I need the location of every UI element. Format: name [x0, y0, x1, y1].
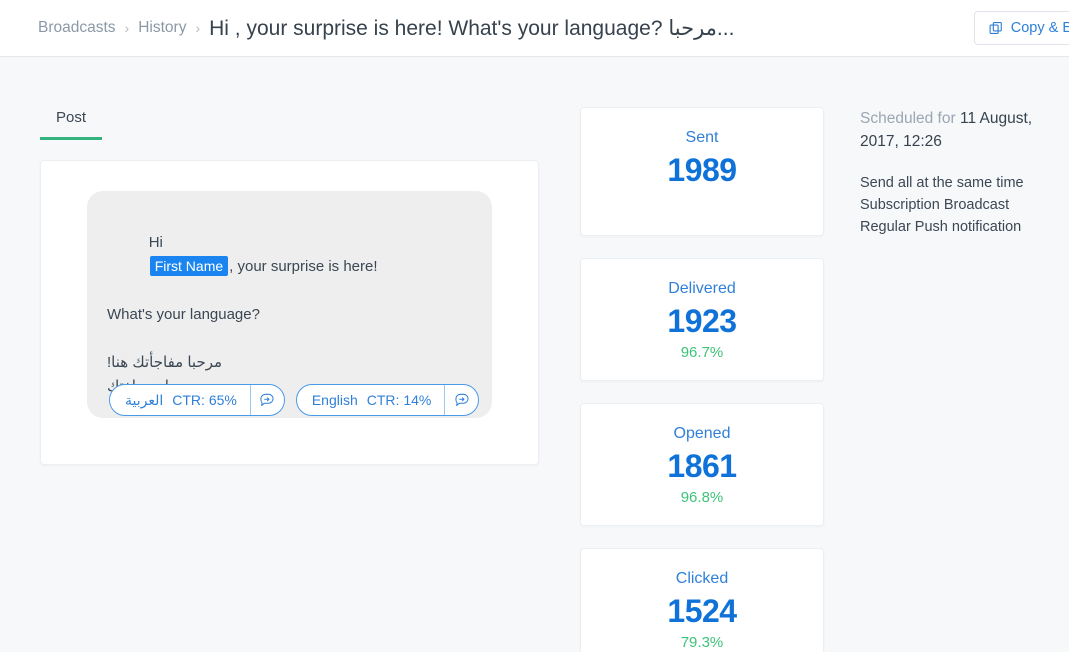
- greeting-suffix: , your surprise is here!: [229, 258, 378, 275]
- stat-delivered-value: 1923: [667, 303, 737, 339]
- stat-sent-label: Sent: [685, 129, 719, 146]
- stats-panel: Sent 1989 Delivered 1923 96.7% Opened 18…: [580, 107, 824, 652]
- quick-reply-english-language: English: [311, 392, 358, 408]
- stat-delivered-label: Delivered: [668, 280, 736, 297]
- stat-card-sent: Sent 1989: [580, 107, 824, 236]
- quick-reply-button-arabic[interactable]: العربية CTR: 65%: [109, 384, 285, 416]
- quick-reply-button-english[interactable]: English CTR: 14%: [295, 384, 480, 416]
- quick-reply-english-ctr: CTR: 14%: [366, 392, 432, 408]
- copy-and-edit-label: Copy & E: [1010, 20, 1069, 36]
- breadcrumb-separator-icon: ›: [195, 20, 201, 36]
- broadcast-setting-type: Subscription Broadcast: [860, 197, 1010, 213]
- broadcast-setting-notification: Regular Push notification: [860, 219, 1022, 235]
- message-line-question: What's your language?: [107, 306, 260, 323]
- tab-post-label: Post: [56, 109, 87, 126]
- stat-clicked-percent: 79.3%: [680, 634, 724, 651]
- first-name-variable-chip[interactable]: First Name: [149, 256, 229, 276]
- broadcast-meta-panel: Scheduled for 11 August, 2017, 12:26 Sen…: [860, 107, 1069, 238]
- breadcrumb-separator-icon: ›: [124, 20, 130, 36]
- speech-bubble-arrow-icon[interactable]: [249, 385, 284, 415]
- stat-clicked-label: Clicked: [675, 570, 729, 587]
- post-panel: Post Hi First Name, your surprise is her…: [40, 109, 540, 465]
- copy-icon: [989, 21, 1004, 36]
- message-line-greeting: Hi First Name, your surprise is here!: [107, 207, 472, 303]
- post-preview-card: Hi First Name, your surprise is here! Wh…: [40, 160, 539, 465]
- app-header: Broadcasts › History › Hi , your surpris…: [0, 0, 1069, 57]
- greeting-prefix: Hi: [148, 234, 163, 251]
- main-content: Post Hi First Name, your surprise is her…: [0, 57, 1069, 652]
- page-title: Hi , your surprise is here! What's your …: [209, 16, 735, 40]
- stat-clicked-value: 1524: [667, 593, 737, 629]
- speech-bubble-arrow-icon[interactable]: [444, 385, 478, 415]
- breadcrumb-item-broadcasts[interactable]: Broadcasts: [38, 19, 116, 37]
- copy-and-edit-button[interactable]: Copy & E: [973, 11, 1069, 45]
- page-scrollbar[interactable]: [1060, 114, 1069, 652]
- stat-sent-value: 1989: [667, 152, 737, 188]
- header-actions: Copy & E: [973, 11, 1069, 45]
- quick-reply-english-label: English CTR: 14%: [297, 385, 445, 415]
- quick-reply-arabic-language: العربية: [125, 391, 164, 408]
- breadcrumb: Broadcasts › History › Hi , your surpris…: [0, 16, 1069, 41]
- stat-delivered-percent: 96.7%: [680, 344, 724, 361]
- scheduled-for-text: Scheduled for 11 August, 2017, 12:26: [860, 107, 1069, 153]
- broadcast-settings-list: Send all at the same time Subscription B…: [860, 172, 1069, 238]
- message-line-arabic-greeting: مرحبا مفاجأتك هنا!: [107, 354, 223, 371]
- quick-reply-button-row: العربية CTR: 65% English CTR: 14%: [109, 384, 480, 416]
- stat-opened-label: Opened: [673, 425, 731, 442]
- stat-card-opened: Opened 1861 96.8%: [580, 403, 824, 526]
- scheduled-for-label: Scheduled for: [860, 110, 956, 127]
- stat-opened-value: 1861: [667, 448, 737, 484]
- stat-card-clicked: Clicked 1524 79.3%: [580, 548, 824, 652]
- tab-bar: Post: [40, 109, 540, 147]
- stat-opened-percent: 96.8%: [680, 489, 724, 506]
- quick-reply-arabic-ctr: CTR: 65%: [172, 392, 237, 408]
- breadcrumb-item-history[interactable]: History: [138, 19, 186, 37]
- stat-card-delivered: Delivered 1923 96.7%: [580, 258, 824, 381]
- broadcast-setting-timing: Send all at the same time: [860, 175, 1024, 191]
- tab-post[interactable]: Post: [40, 109, 103, 140]
- quick-reply-arabic-label: العربية CTR: 65%: [110, 385, 250, 415]
